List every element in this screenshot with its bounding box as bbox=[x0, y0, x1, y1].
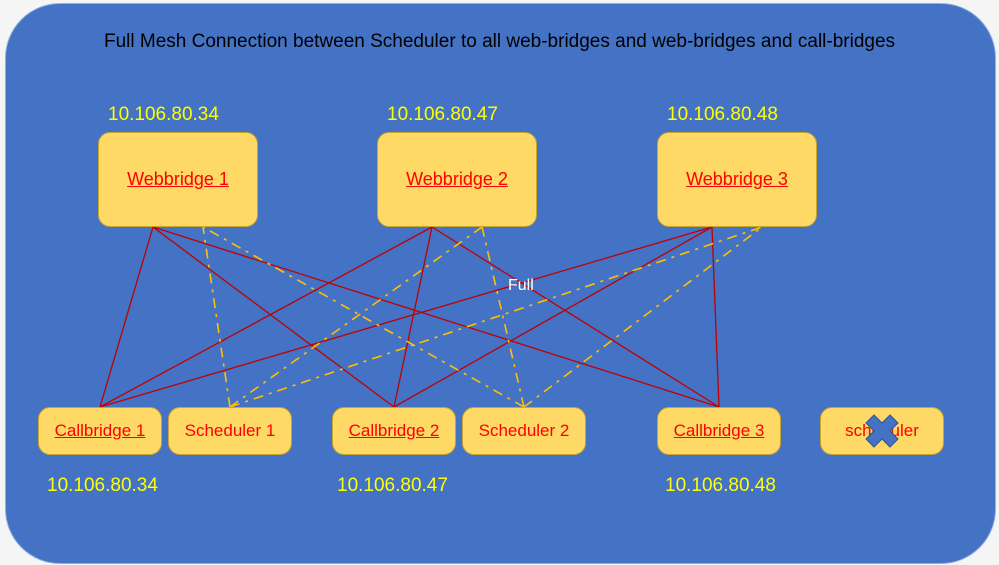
ip-bottom-1: 10.106.80.47 bbox=[337, 475, 448, 497]
node-wb3: Webbridge 3 bbox=[657, 132, 817, 227]
center-label: Full bbox=[508, 277, 534, 295]
node-cb1: Callbridge 1 bbox=[38, 407, 162, 455]
node-cb2: Callbridge 2 bbox=[332, 407, 456, 455]
node-sch2: Scheduler 2 bbox=[462, 407, 586, 455]
ip-bottom-2: 10.106.80.48 bbox=[665, 475, 776, 497]
ip-bottom-0: 10.106.80.34 bbox=[47, 475, 158, 497]
node-wb1: Webbridge 1 bbox=[98, 132, 258, 227]
ip-wb3: 10.106.80.48 bbox=[667, 104, 778, 126]
node-sch1: Scheduler 1 bbox=[168, 407, 292, 455]
ip-wb1: 10.106.80.34 bbox=[108, 104, 219, 126]
cross-icon bbox=[862, 411, 902, 451]
diagram-title: Full Mesh Connection between Scheduler t… bbox=[0, 31, 999, 53]
ip-wb2: 10.106.80.47 bbox=[387, 104, 498, 126]
node-cb3: Callbridge 3 bbox=[657, 407, 781, 455]
node-wb2: Webbridge 2 bbox=[377, 132, 537, 227]
